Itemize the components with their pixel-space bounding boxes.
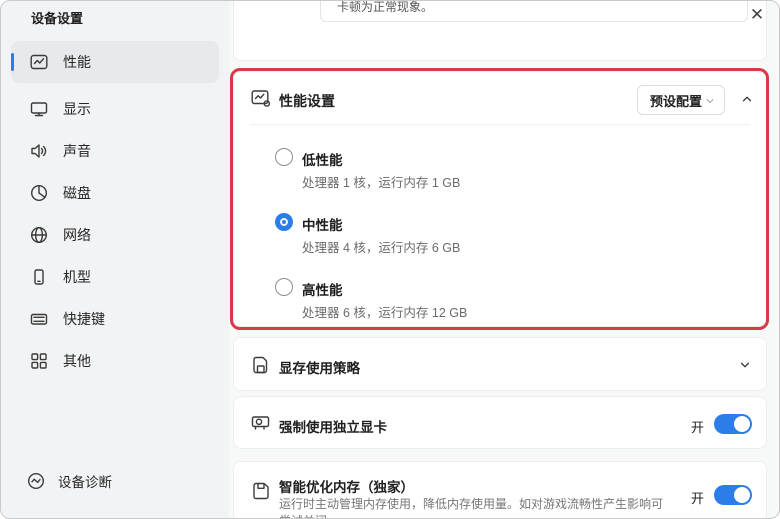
toggle-knob — [734, 487, 750, 503]
sidebar-item-audio[interactable]: 声音 — [11, 130, 219, 172]
note-box: 卡顿为正常现象。 — [320, 0, 748, 22]
speaker-icon — [29, 141, 49, 161]
radio-low[interactable] — [275, 148, 293, 166]
sidebar-item-label: 网络 — [63, 225, 91, 245]
radio-description: 处理器 4 核，运行内存 6 GB — [302, 237, 460, 256]
sidebar-item-label: 性能 — [63, 52, 91, 72]
sidebar-item-label: 机型 — [63, 267, 91, 287]
sidebar-item-performance[interactable]: 性能 — [11, 41, 219, 83]
radio-option-medium[interactable]: 中性能 处理器 4 核，运行内存 6 GB — [234, 213, 766, 263]
sidebar-item-diagnostics[interactable]: 设备诊断 — [26, 471, 112, 491]
section-title: 智能优化内存（独家） — [279, 476, 414, 496]
disk-pie-icon — [29, 183, 49, 203]
close-icon[interactable]: ✕ — [743, 3, 771, 27]
sidebar-item-network[interactable]: 网络 — [11, 214, 219, 256]
radio-description: 处理器 6 核，运行内存 12 GB — [302, 302, 467, 321]
radio-label: 中性能 — [302, 214, 343, 234]
grid-icon — [29, 351, 49, 371]
save-icon — [250, 480, 272, 502]
radio-label: 低性能 — [302, 149, 343, 169]
memory-toggle[interactable] — [714, 485, 752, 505]
sidebar-item-other[interactable]: 其他 — [11, 340, 219, 382]
sidebar-item-label: 其他 — [63, 351, 91, 371]
gpu-icon — [250, 412, 272, 434]
device-settings-window: 设备设置 ✕ 性能 显示 声音 — [0, 0, 780, 519]
globe-icon — [29, 225, 49, 245]
toggle-state-label: 开 — [691, 488, 704, 507]
sidebar-nav: 性能 显示 声音 磁盘 — [11, 41, 219, 382]
sidebar-item-model[interactable]: 机型 — [11, 256, 219, 298]
radio-option-high[interactable]: 高性能 处理器 6 核，运行内存 12 GB — [234, 278, 766, 328]
keyboard-icon — [29, 309, 49, 329]
section-description-line1: 运行时主动管理内存使用，降低内存使用量。如对游戏流畅性产生影响可 — [279, 495, 663, 512]
section-title: 性能设置 — [279, 91, 335, 111]
sidebar-item-label: 显示 — [63, 99, 91, 119]
force-gpu-card: 强制使用独立显卡 开 — [233, 396, 767, 449]
memory-card-icon — [250, 354, 272, 376]
sidebar-item-disk[interactable]: 磁盘 — [11, 172, 219, 214]
performance-settings-icon — [250, 87, 272, 109]
section-title: 强制使用独立显卡 — [279, 416, 387, 436]
radio-label: 高性能 — [302, 279, 343, 299]
radio-description: 处理器 1 核，运行内存 1 GB — [302, 172, 460, 191]
divider — [250, 124, 750, 125]
radio-high[interactable] — [275, 278, 293, 296]
display-icon — [29, 99, 49, 119]
chevron-down-icon[interactable] — [738, 358, 752, 372]
scrolled-card: 卡顿为正常现象。 — [233, 0, 767, 61]
sidebar-item-label: 声音 — [63, 141, 91, 161]
sidebar-item-label: 磁盘 — [63, 183, 91, 203]
section-description-line2: 尝试关闭。 — [279, 512, 339, 519]
preset-config-dropdown[interactable]: 预设配置 — [637, 85, 725, 115]
gpu-toggle[interactable] — [714, 414, 752, 434]
vram-strategy-card[interactable]: 显存使用策略 — [233, 337, 767, 391]
toggle-state-label: 开 — [691, 417, 704, 436]
section-title: 显存使用策略 — [279, 357, 360, 377]
diagnostics-icon — [26, 471, 46, 491]
toggle-knob — [734, 416, 750, 432]
radio-option-low[interactable]: 低性能 处理器 1 核，运行内存 1 GB — [234, 148, 766, 198]
sidebar-item-display[interactable]: 显示 — [11, 88, 219, 130]
sidebar-item-label: 设备诊断 — [58, 471, 112, 491]
sidebar-item-hotkeys[interactable]: 快捷键 — [11, 298, 219, 340]
chevron-down-icon — [704, 95, 716, 107]
window-title: 设备设置 — [31, 8, 83, 27]
sidebar-item-label: 快捷键 — [63, 309, 105, 329]
performance-icon — [29, 52, 49, 72]
collapse-chevron-up-icon[interactable] — [740, 92, 754, 106]
phone-icon — [29, 267, 49, 287]
active-indicator — [11, 53, 14, 71]
note-text: 卡顿为正常现象。 — [337, 0, 433, 15]
performance-settings-card: 性能设置 预设配置 低性能 处理器 1 核，运行内存 1 GB 中性能 处理器 … — [233, 71, 767, 327]
sidebar: 性能 显示 声音 磁盘 — [1, 1, 229, 518]
smart-memory-card: 智能优化内存（独家） 运行时主动管理内存使用，降低内存使用量。如对游戏流畅性产生… — [233, 461, 767, 519]
radio-medium[interactable] — [275, 213, 293, 231]
dropdown-value: 预设配置 — [650, 91, 702, 110]
